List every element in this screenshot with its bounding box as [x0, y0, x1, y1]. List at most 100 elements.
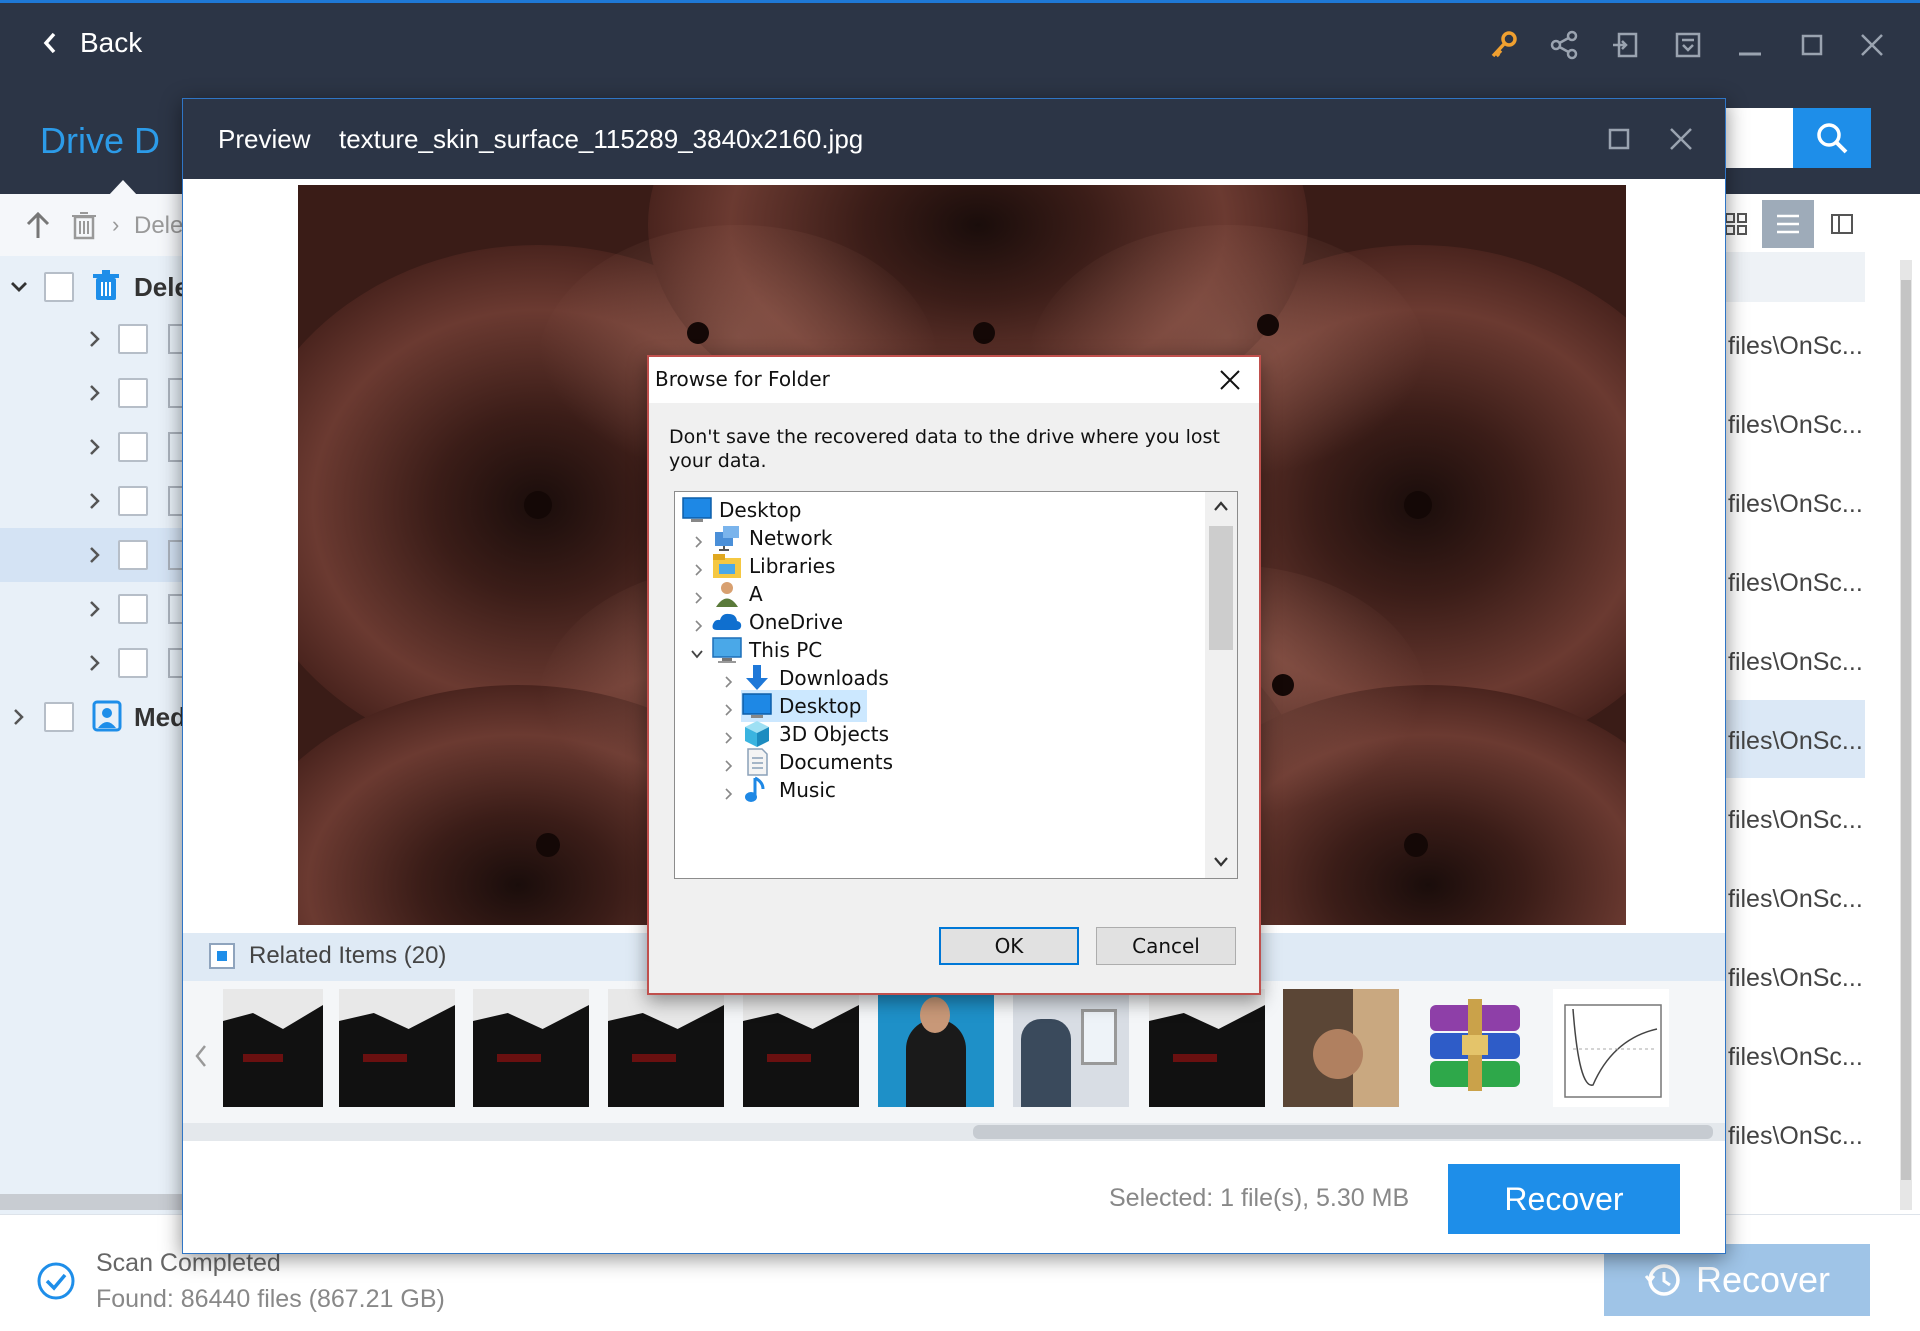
checkbox[interactable] [44, 702, 74, 732]
path-cell: files\OnSc... [1728, 1122, 1863, 1150]
chevron-right-icon[interactable] [86, 438, 104, 456]
tree-child-row-selected[interactable] [0, 528, 185, 582]
thumbnail[interactable] [223, 989, 323, 1107]
thumbnail[interactable] [743, 989, 859, 1107]
tree-child-row[interactable] [0, 474, 185, 528]
close-icon[interactable] [1667, 125, 1695, 153]
tree-node-label: Documents [779, 750, 894, 774]
checkbox[interactable] [118, 594, 148, 624]
tree-root-row[interactable]: Dele [0, 260, 189, 314]
chevron-right-icon[interactable] [693, 536, 705, 548]
list-view-icon[interactable] [1762, 200, 1814, 248]
path-cell: files\OnSc... [1728, 806, 1863, 834]
cancel-button[interactable]: Cancel [1096, 927, 1236, 965]
path-cell: files\OnSc... [1728, 490, 1863, 518]
chevron-right-icon[interactable] [86, 546, 104, 564]
recover-button-disabled[interactable]: Recover [1604, 1244, 1870, 1316]
chevron-right-icon[interactable] [86, 330, 104, 348]
winrar-icon[interactable] [1418, 989, 1534, 1107]
search-button[interactable] [1793, 108, 1871, 168]
tree-child-row[interactable] [0, 420, 185, 474]
tree-scrollbar[interactable] [1205, 492, 1237, 878]
computer-icon [711, 636, 743, 664]
scrollbar-thumb[interactable] [973, 1125, 1713, 1139]
path-cell: files\OnSc... [1728, 1043, 1863, 1071]
chevron-right-icon[interactable] [86, 654, 104, 672]
breadcrumb-item[interactable]: Dele [134, 212, 183, 240]
tree-child-row[interactable] [0, 582, 185, 636]
thumbnail[interactable] [608, 989, 724, 1107]
media-icon [92, 700, 122, 732]
thumbnail-scrollbar[interactable] [183, 1123, 1725, 1141]
close-icon[interactable] [1852, 25, 1892, 65]
chevron-down-icon[interactable] [1213, 856, 1229, 868]
thumbnail[interactable] [878, 989, 994, 1107]
close-icon[interactable] [1219, 369, 1241, 391]
chevron-right-icon[interactable] [693, 564, 705, 576]
chevron-right-icon[interactable] [723, 704, 735, 716]
chevron-up-icon[interactable] [1213, 500, 1229, 512]
desktop-icon [741, 692, 773, 720]
checkbox[interactable] [118, 432, 148, 462]
checkbox[interactable] [118, 378, 148, 408]
minimize-icon[interactable] [1730, 25, 1770, 65]
path-cell: files\OnSc... [1728, 885, 1863, 913]
tree-node-label: Desktop [719, 498, 802, 522]
up-arrow-icon[interactable] [24, 210, 52, 240]
checkbox[interactable] [118, 540, 148, 570]
sign-in-icon[interactable] [1606, 25, 1646, 65]
tree-child-row[interactable] [0, 312, 185, 366]
thumbnail[interactable] [339, 989, 455, 1107]
checkbox[interactable] [44, 272, 74, 302]
dialog-title-bar: Browse for Folder [649, 357, 1259, 403]
tree-child-row[interactable] [0, 366, 185, 420]
scrollbar-thumb[interactable] [1901, 280, 1911, 1180]
chevron-right-icon[interactable] [723, 788, 735, 800]
menu-dropdown-icon[interactable] [1668, 25, 1708, 65]
vertical-scrollbar[interactable] [1900, 260, 1912, 1210]
horizontal-scrollbar[interactable] [0, 1194, 185, 1210]
back-button[interactable]: Back [42, 21, 142, 65]
chevron-down-icon[interactable] [691, 648, 703, 660]
checkbox[interactable] [118, 324, 148, 354]
related-checkbox[interactable] [209, 943, 235, 969]
chevron-left-icon[interactable] [193, 1043, 209, 1069]
preview-pane-icon[interactable] [1816, 200, 1868, 248]
chevron-right-icon[interactable] [723, 760, 735, 772]
chart-thumbnail[interactable] [1553, 989, 1669, 1107]
cube-icon [741, 720, 773, 748]
share-icon[interactable] [1544, 25, 1584, 65]
key-icon[interactable] [1484, 25, 1524, 65]
chevron-right-icon[interactable] [86, 492, 104, 510]
scrollbar-thumb[interactable] [1209, 526, 1233, 650]
document-icon [741, 748, 773, 776]
chevron-right-icon[interactable] [693, 620, 705, 632]
thumbnail[interactable] [1283, 989, 1399, 1107]
chevron-right-icon[interactable] [723, 676, 735, 688]
tree-media-row[interactable]: Med [0, 690, 186, 744]
chevron-right-icon[interactable] [10, 708, 28, 726]
chevron-right-icon[interactable] [86, 600, 104, 618]
tree-media-label: Med [134, 702, 186, 732]
ok-button[interactable]: OK [939, 927, 1079, 965]
trash-icon [93, 270, 119, 300]
browse-folder-dialog: Browse for Folder Don't save the recover… [647, 355, 1261, 995]
thumbnail[interactable] [1149, 989, 1265, 1107]
desktop-icon [681, 496, 713, 524]
chevron-right-icon[interactable] [86, 384, 104, 402]
checkbox[interactable] [118, 486, 148, 516]
tree-child-row[interactable] [0, 636, 185, 690]
network-icon [711, 524, 743, 552]
chevron-down-icon[interactable] [10, 278, 28, 296]
libraries-icon [711, 552, 743, 580]
search-icon [1817, 123, 1848, 154]
maximize-icon[interactable] [1607, 127, 1631, 151]
thumbnail[interactable] [473, 989, 589, 1107]
recover-button[interactable]: Recover [1448, 1164, 1680, 1234]
chevron-right-icon[interactable] [723, 732, 735, 744]
checkbox[interactable] [118, 648, 148, 678]
chevron-right-icon[interactable] [693, 592, 705, 604]
maximize-icon[interactable] [1792, 25, 1832, 65]
thumbnail[interactable] [1013, 989, 1129, 1107]
tree-node-music[interactable]: Music [741, 774, 836, 806]
